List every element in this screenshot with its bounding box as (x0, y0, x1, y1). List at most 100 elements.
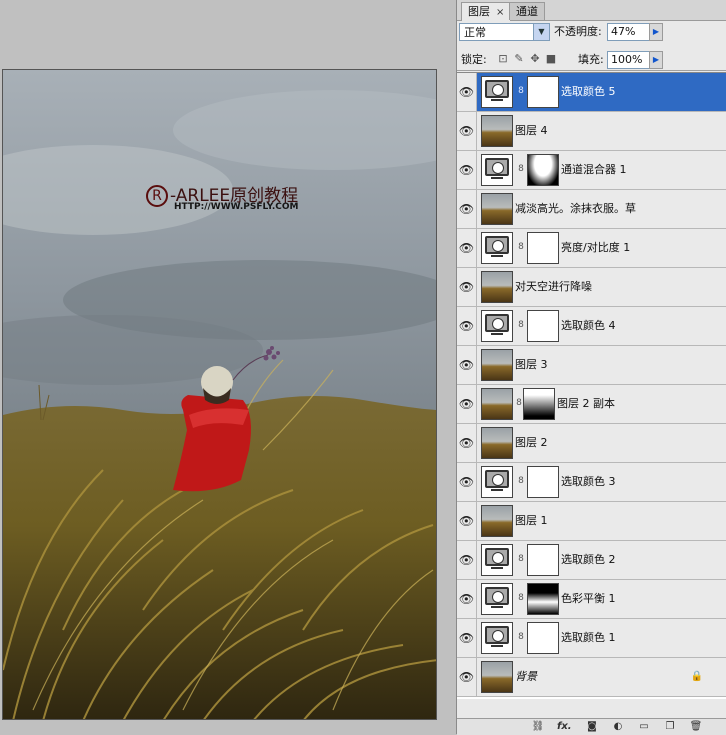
adjustment-thumbnail (481, 232, 513, 264)
lock-image-icon[interactable]: ✎ (513, 53, 525, 65)
layer-row[interactable]: 👁 8 亮度/对比度 1 (457, 229, 726, 268)
adjustment-thumbnail (481, 622, 513, 654)
close-icon[interactable]: × (496, 7, 504, 18)
mask-thumbnail[interactable] (527, 622, 559, 654)
layer-row[interactable]: 👁 8 选取颜色 1 (457, 619, 726, 658)
lock-label: 锁定: (461, 53, 487, 66)
eye-icon[interactable]: 👁 (457, 541, 477, 579)
layer-name: 色彩平衡 1 (561, 592, 616, 605)
mask-thumbnail[interactable] (527, 310, 559, 342)
eye-icon[interactable]: 👁 (457, 307, 477, 345)
layer-name: 背景 (515, 670, 537, 683)
layer-row[interactable]: 👁 8 选取颜色 3 (457, 463, 726, 502)
layer-row[interactable]: 👁 背景 🔒 (457, 658, 726, 697)
layer-name: 选取颜色 3 (561, 475, 616, 488)
document-canvas-area[interactable]: R -ARLEE原创教程 HTTP://WWW.PSFLY.COM (0, 0, 456, 734)
layer-row[interactable]: 👁 图层 4 (457, 112, 726, 151)
mask-thumbnail[interactable] (527, 544, 559, 576)
lock-fill-row: 锁定: ⊡ ✎ ✥ ■ 填充: 100% ▶ (457, 50, 726, 71)
document-image[interactable] (2, 69, 437, 720)
layer-row[interactable]: 👁 图层 2 (457, 424, 726, 463)
layer-row[interactable]: 👁 8 色彩平衡 1 (457, 580, 726, 619)
eye-icon[interactable]: 👁 (457, 424, 477, 462)
new-layer-icon[interactable]: ❐ (663, 720, 677, 733)
layer-row[interactable]: 👁 图层 3 (457, 346, 726, 385)
blend-mode-select[interactable]: 正常 ▼ (459, 23, 550, 41)
layer-name: 选取颜色 4 (561, 319, 616, 332)
layer-name: 图层 1 (515, 514, 548, 527)
layer-name: 图层 2 (515, 436, 548, 449)
link-layers-icon[interactable]: ⛓ (531, 720, 545, 733)
eye-icon[interactable]: 👁 (457, 619, 477, 657)
layer-thumbnail (481, 271, 513, 303)
eye-icon[interactable]: 👁 (457, 229, 477, 267)
fill-arrow-icon[interactable]: ▶ (649, 51, 663, 69)
adjustment-icon[interactable]: ◐ (611, 720, 625, 733)
lock-position-icon[interactable]: ✥ (529, 53, 541, 65)
layer-row[interactable]: 👁 8 图层 2 副本 (457, 385, 726, 424)
eye-icon[interactable]: 👁 (457, 658, 477, 696)
eye-icon[interactable]: 👁 (457, 190, 477, 228)
layer-row[interactable]: 👁 8 选取颜色 2 (457, 541, 726, 580)
lock-all-icon[interactable]: ■ (545, 53, 557, 65)
link-chain-icon[interactable]: 8 (517, 86, 525, 96)
link-chain-icon[interactable]: 8 (517, 554, 525, 564)
link-chain-icon[interactable]: 8 (517, 320, 525, 330)
layer-name: 图层 4 (515, 124, 548, 137)
layer-name: 选取颜色 5 (561, 85, 616, 98)
link-chain-icon[interactable]: 8 (517, 164, 525, 174)
fill-input[interactable]: 100% ▶ (607, 51, 663, 69)
panel-tabs: 图层 × 通道 (457, 0, 726, 21)
layer-thumbnail (481, 661, 513, 693)
mask-thumbnail[interactable] (527, 76, 559, 108)
eye-icon[interactable]: 👁 (457, 151, 477, 189)
watermark-url: HTTP://WWW.PSFLY.COM (174, 202, 299, 212)
mask-thumbnail[interactable] (527, 583, 559, 615)
link-chain-icon[interactable]: 8 (517, 476, 525, 486)
link-chain-icon[interactable]: 8 (515, 398, 523, 408)
mask-thumbnail[interactable] (527, 466, 559, 498)
eye-icon[interactable]: 👁 (457, 346, 477, 384)
opacity-input[interactable]: 47% ▶ (607, 23, 663, 41)
fx-icon[interactable]: fx. (557, 720, 572, 733)
layer-thumbnail (481, 388, 513, 420)
mask-thumbnail[interactable] (527, 232, 559, 264)
tab-layers[interactable]: 图层 × (461, 2, 512, 21)
layer-name: 减淡高光。涂抹衣服。草 (515, 202, 636, 215)
mask-icon[interactable]: ◙ (585, 720, 599, 733)
layers-list[interactable]: 👁 8 选取颜色 5 👁 图层 4 👁 8 通道混合器 1 👁 减淡高光。涂抹衣… (457, 72, 726, 699)
layer-row[interactable]: 👁 8 选取颜色 4 (457, 307, 726, 346)
fill-label: 填充: (578, 53, 604, 66)
adjustment-thumbnail (481, 466, 513, 498)
layer-row[interactable]: 👁 减淡高光。涂抹衣服。草 (457, 190, 726, 229)
link-chain-icon[interactable]: 8 (517, 593, 525, 603)
layer-row[interactable]: 👁 8 通道混合器 1 (457, 151, 726, 190)
folder-icon[interactable]: ▭ (637, 720, 651, 733)
layer-row[interactable]: 👁 8 选取颜色 5 (457, 73, 726, 112)
layer-name: 通道混合器 1 (561, 163, 627, 176)
layer-name: 图层 3 (515, 358, 548, 371)
mask-thumbnail[interactable] (527, 154, 559, 186)
chevron-down-icon[interactable]: ▼ (533, 24, 549, 40)
eye-icon[interactable]: 👁 (457, 73, 477, 111)
eye-icon[interactable]: 👁 (457, 385, 477, 423)
adjustment-thumbnail (481, 583, 513, 615)
mask-thumbnail[interactable] (523, 388, 555, 420)
panel-footer: ⛓ fx. ◙ ◐ ▭ ❐ 🗑 (457, 718, 726, 735)
tab-channels[interactable]: 通道 (509, 2, 545, 20)
eye-icon[interactable]: 👁 (457, 502, 477, 540)
adjustment-thumbnail (481, 76, 513, 108)
link-chain-icon[interactable]: 8 (517, 632, 525, 642)
eye-icon[interactable]: 👁 (457, 268, 477, 306)
opacity-arrow-icon[interactable]: ▶ (649, 23, 663, 41)
trash-icon[interactable]: 🗑 (689, 720, 703, 733)
layer-row[interactable]: 👁 图层 1 (457, 502, 726, 541)
eye-icon[interactable]: 👁 (457, 112, 477, 150)
adjustment-thumbnail (481, 154, 513, 186)
eye-icon[interactable]: 👁 (457, 580, 477, 618)
link-chain-icon[interactable]: 8 (517, 242, 525, 252)
eye-icon[interactable]: 👁 (457, 463, 477, 501)
lock-transparency-icon[interactable]: ⊡ (497, 53, 509, 65)
registered-icon: R (146, 185, 168, 207)
layer-row[interactable]: 👁 对天空进行降噪 (457, 268, 726, 307)
